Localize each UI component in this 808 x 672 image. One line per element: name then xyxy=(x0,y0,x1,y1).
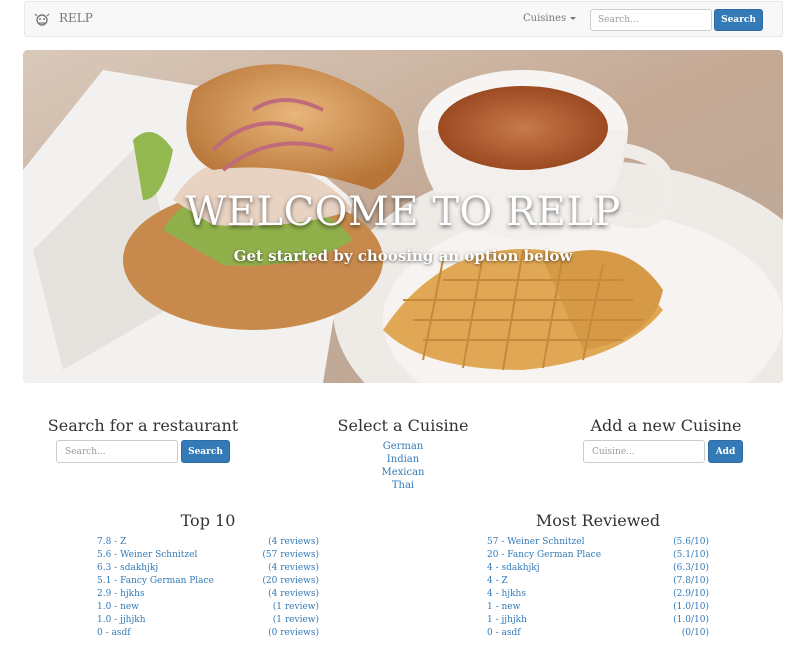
caret-down-icon xyxy=(570,17,577,20)
list-item-name: 4 - hjkhs xyxy=(487,589,526,599)
list-item-meta: (1.0/10) xyxy=(673,615,709,625)
list-item-meta: (5.6/10) xyxy=(673,537,709,547)
list-item[interactable]: 1.0 - new (1 review) xyxy=(97,601,319,614)
cuisines-dropdown[interactable]: Cuisines xyxy=(523,13,577,24)
most-reviewed-title: Most Reviewed xyxy=(535,511,661,530)
list-item-name: 0 - asdf xyxy=(97,628,131,638)
list-item-meta: (6.3/10) xyxy=(673,563,709,573)
list-item-name: 5.1 - Fancy German Place xyxy=(97,576,214,586)
list-item-name: 1.0 - jjhjkh xyxy=(97,615,146,625)
hero-title: WELCOME TO RELP xyxy=(185,189,621,235)
list-item-meta: (1.0/10) xyxy=(673,602,709,612)
cuisines-dropdown-label: Cuisines xyxy=(523,13,567,24)
list-item[interactable]: 57 - Weiner Schnitzel (5.6/10) xyxy=(487,536,709,549)
add-cuisine-button[interactable]: Add xyxy=(708,440,743,463)
list-item-name: 7.8 - Z xyxy=(97,537,127,547)
search-section-title: Search for a restaurant xyxy=(47,416,239,435)
list-item[interactable]: 2.9 - hjkhs (4 reviews) xyxy=(97,588,319,601)
new-cuisine-input[interactable] xyxy=(583,440,705,463)
cuisine-list: German Indian Mexican Thai xyxy=(340,440,466,492)
list-item-meta: (1 review) xyxy=(272,615,319,625)
list-item-name: 5.6 - Weiner Schnitzel xyxy=(97,550,198,560)
list-item[interactable]: 1 - new (1.0/10) xyxy=(487,601,709,614)
most-reviewed-list: 57 - Weiner Schnitzel (5.6/10) 20 - Fancy… xyxy=(487,536,709,640)
cuisine-link-indian[interactable]: Indian xyxy=(340,453,466,466)
list-item-meta: (4 reviews) xyxy=(268,589,319,599)
list-item-name: 1 - new xyxy=(487,602,521,612)
cuisine-section-title: Select a Cuisine xyxy=(337,416,469,435)
add-cuisine-section-title: Add a new Cuisine xyxy=(590,416,742,435)
list-item-meta: (0/10) xyxy=(681,628,709,638)
top10-title: Top 10 xyxy=(180,511,236,530)
restaurant-search-button[interactable]: Search xyxy=(181,440,230,463)
list-item-meta: (0 reviews) xyxy=(268,628,319,638)
list-item-name: 1.0 - new xyxy=(97,602,139,612)
top10-list: 7.8 - Z (4 reviews) 5.6 - Weiner Schnitze… xyxy=(97,536,319,640)
navbar-search-button[interactable]: Search xyxy=(714,9,763,31)
list-item[interactable]: 0 - asdf (0/10) xyxy=(487,627,709,640)
list-item[interactable]: 4 - Z (7.8/10) xyxy=(487,575,709,588)
hero-banner: WELCOME TO RELP Get started by choosing … xyxy=(23,50,783,383)
list-item-name: 4 - sdakhjkj xyxy=(487,563,540,573)
restaurant-search-input[interactable] xyxy=(56,440,178,463)
navbar: RELP Cuisines Search xyxy=(24,1,783,37)
list-item[interactable]: 20 - Fancy German Place (5.1/10) xyxy=(487,549,709,562)
cuisine-link-thai[interactable]: Thai xyxy=(340,479,466,492)
list-item-meta: (1 review) xyxy=(272,602,319,612)
list-item[interactable]: 5.6 - Weiner Schnitzel (57 reviews) xyxy=(97,549,319,562)
list-item-name: 6.3 - sdakhjkj xyxy=(97,563,159,573)
list-item-meta: (7.8/10) xyxy=(673,576,709,586)
list-item-name: 0 - asdf xyxy=(487,628,521,638)
list-item-meta: (4 reviews) xyxy=(268,563,319,573)
list-item-meta: (57 reviews) xyxy=(262,550,319,560)
cuisine-link-mexican[interactable]: Mexican xyxy=(340,466,466,479)
brand-link[interactable]: RELP xyxy=(59,11,93,25)
list-item[interactable]: 6.3 - sdakhjkj (4 reviews) xyxy=(97,562,319,575)
list-item-meta: (4 reviews) xyxy=(268,537,319,547)
list-item[interactable]: 4 - hjkhs (2.9/10) xyxy=(487,588,709,601)
list-item[interactable]: 5.1 - Fancy German Place (20 reviews) xyxy=(97,575,319,588)
list-item-meta: (20 reviews) xyxy=(262,576,319,586)
list-item-name: 20 - Fancy German Place xyxy=(487,550,602,560)
list-item[interactable]: 7.8 - Z (4 reviews) xyxy=(97,536,319,549)
list-item-name: 57 - Weiner Schnitzel xyxy=(487,537,585,547)
list-item-name: 1 - jjhjkh xyxy=(487,615,527,625)
list-item[interactable]: 1.0 - jjhjkh (1 review) xyxy=(97,614,319,627)
list-item[interactable]: 4 - sdakhjkj (6.3/10) xyxy=(487,562,709,575)
list-item-name: 4 - Z xyxy=(487,576,508,586)
logo-icon xyxy=(34,13,50,26)
cuisine-link-german[interactable]: German xyxy=(340,440,466,453)
list-item[interactable]: 0 - asdf (0 reviews) xyxy=(97,627,319,640)
list-item-meta: (5.1/10) xyxy=(673,550,709,560)
list-item-name: 2.9 - hjkhs xyxy=(97,589,145,599)
hero-subtitle: Get started by choosing an option below xyxy=(233,247,573,265)
list-item-meta: (2.9/10) xyxy=(673,589,709,599)
list-item[interactable]: 1 - jjhjkh (1.0/10) xyxy=(487,614,709,627)
navbar-search-input[interactable] xyxy=(590,9,712,31)
